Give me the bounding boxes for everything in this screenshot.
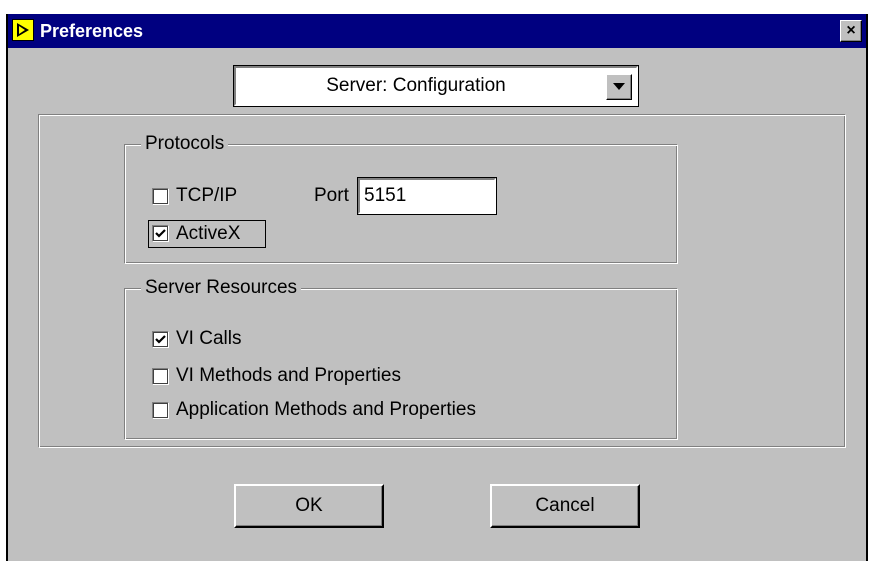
activex-checkbox[interactable] [152, 225, 169, 242]
port-input[interactable]: 5151 [357, 177, 497, 215]
vi-calls-checkbox[interactable] [152, 331, 169, 348]
tcpip-label[interactable]: TCP/IP [176, 185, 237, 207]
server-resources-legend: Server Resources [141, 277, 302, 299]
chevron-down-icon [613, 83, 625, 90]
title-bar[interactable]: Preferences × [8, 14, 866, 48]
category-dropdown[interactable]: Server: Configuration [233, 65, 639, 107]
app-methods-label[interactable]: Application Methods and Properties [176, 399, 476, 421]
tcpip-checkbox[interactable] [152, 188, 169, 205]
checkmark-icon [155, 229, 166, 238]
category-dropdown-value: Server: Configuration [326, 75, 506, 96]
close-button[interactable]: × [840, 20, 862, 42]
app-methods-checkbox[interactable] [152, 402, 169, 419]
checkmark-icon [155, 335, 166, 344]
labview-icon [12, 19, 34, 41]
dropdown-button[interactable] [606, 74, 632, 100]
activex-label[interactable]: ActiveX [176, 223, 240, 245]
port-label: Port [314, 185, 349, 206]
window-title: Preferences [40, 21, 144, 41]
vi-methods-checkbox[interactable] [152, 368, 169, 385]
vi-methods-label[interactable]: VI Methods and Properties [176, 365, 401, 387]
protocols-legend: Protocols [141, 133, 229, 155]
cancel-button[interactable]: Cancel [490, 484, 640, 528]
close-icon: × [846, 22, 856, 39]
vi-calls-label[interactable]: VI Calls [176, 328, 241, 350]
ok-button[interactable]: OK [234, 484, 384, 528]
